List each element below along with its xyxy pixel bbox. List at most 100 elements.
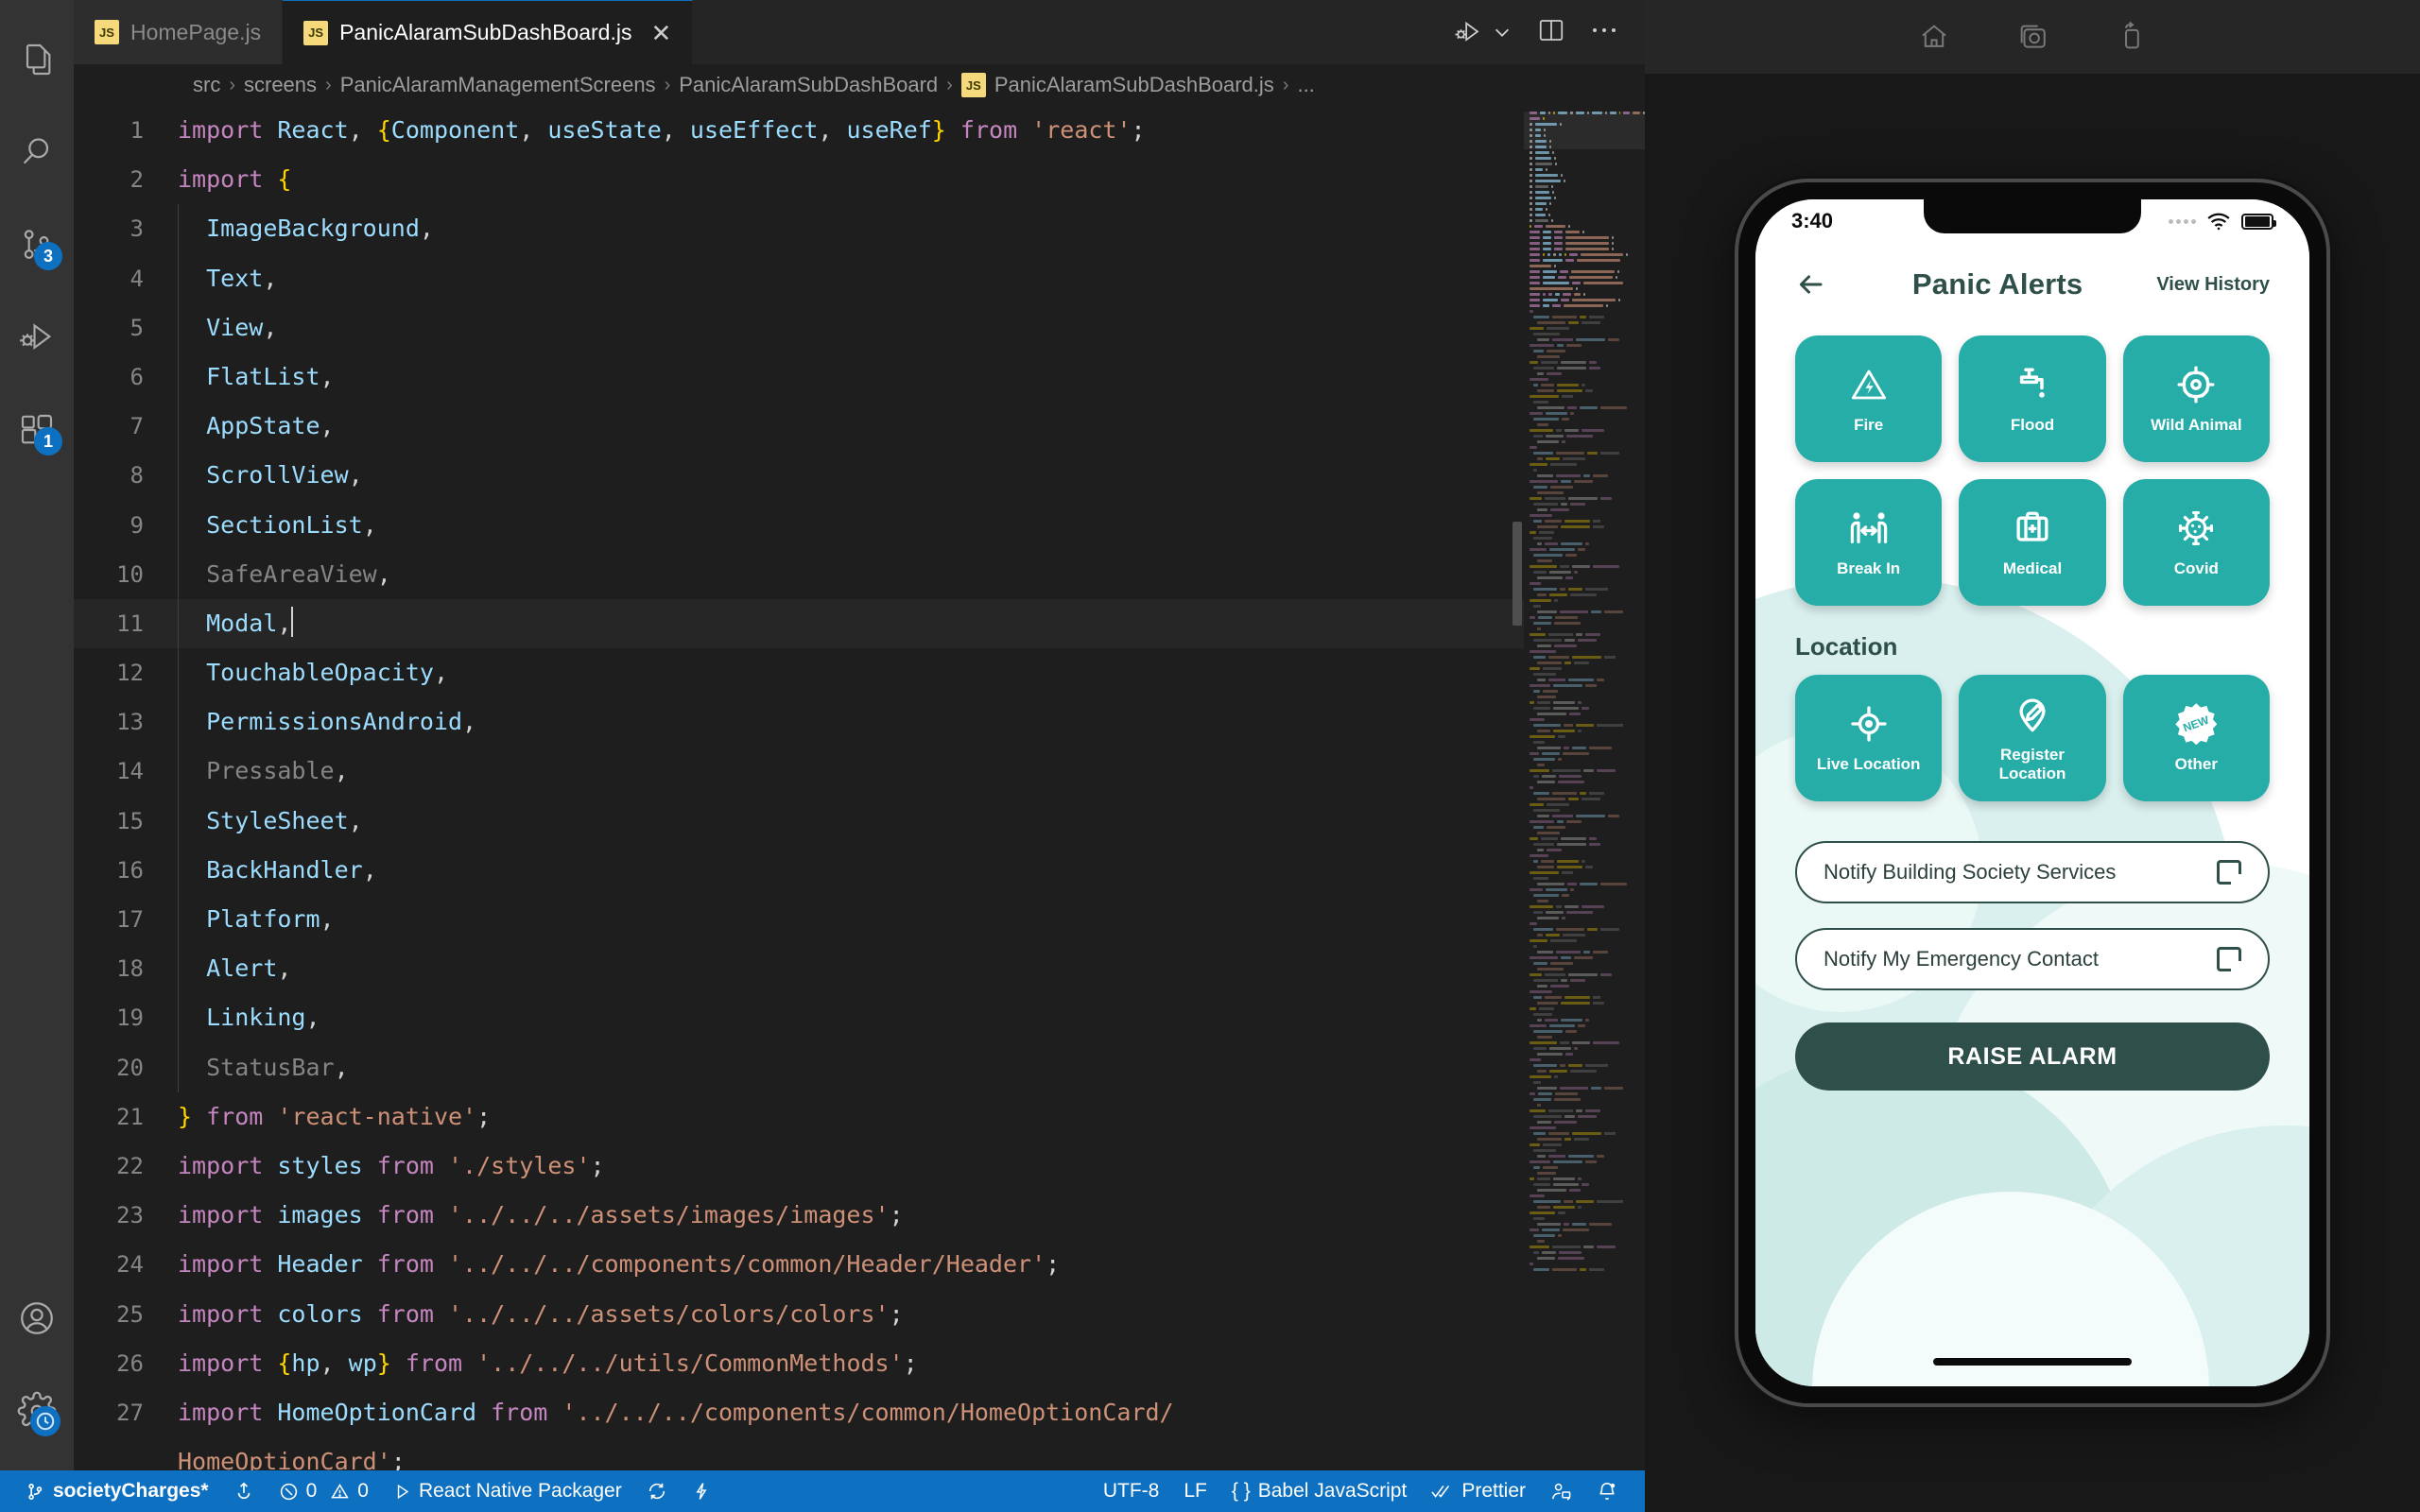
rotate-device-icon[interactable] xyxy=(2109,15,2152,59)
minimap-token xyxy=(1530,819,1554,823)
minimap-token xyxy=(1611,235,1614,239)
activity-item-settings[interactable] xyxy=(0,1365,74,1457)
indent-guide xyxy=(178,697,179,747)
status-language-mode[interactable]: { } Babel JavaScript xyxy=(1219,1470,1419,1512)
code-text-area[interactable]: 1 import React, {Component, useState, use… xyxy=(74,106,1524,1470)
breadcrumb-item-file[interactable]: PanicAlaramSubDashBoard.js xyxy=(994,73,1274,97)
status-restart-task[interactable] xyxy=(634,1470,680,1512)
checkbox-label: Notify My Emergency Contact xyxy=(1824,947,2099,971)
minimap-token xyxy=(1530,213,1532,216)
code-token: } xyxy=(376,1349,391,1377)
breadcrumb-item-management-screens[interactable]: PanicAlaramManagementScreens xyxy=(340,73,656,97)
status-encoding[interactable]: UTF-8 xyxy=(1091,1470,1172,1512)
alert-tile-fire[interactable]: Fire xyxy=(1795,335,1943,462)
status-formatter[interactable]: Prettier xyxy=(1419,1470,1538,1512)
raise-alarm-button[interactable]: RAISE ALARM xyxy=(1795,1022,2270,1091)
status-eol[interactable]: LF xyxy=(1171,1470,1219,1512)
breadcrumb-item-subdashboard-folder[interactable]: PanicAlaramSubDashBoard xyxy=(679,73,938,97)
scrollbar-thumb[interactable] xyxy=(1512,522,1522,626)
alert-tile-wild-animal[interactable]: Wild Animal xyxy=(2122,335,2270,462)
breadcrumb-item-screens[interactable]: screens xyxy=(244,73,317,97)
activity-item-accounts[interactable] xyxy=(0,1272,74,1365)
split-editor-icon[interactable] xyxy=(1537,16,1565,49)
alert-tile-covid[interactable]: Covid xyxy=(2122,479,2270,606)
activity-item-explorer[interactable] xyxy=(0,13,74,106)
minimap-token xyxy=(1566,343,1582,347)
checkbox-row-notify-building-society[interactable]: Notify Building Society Services xyxy=(1795,841,2270,903)
minimap-token xyxy=(1553,729,1575,732)
breadcrumb-separator: › xyxy=(229,74,235,95)
view-history-link[interactable]: View History xyxy=(2156,274,2270,296)
code-line: 14 Pressable, xyxy=(74,747,1524,797)
tab-close-icon[interactable]: ✕ xyxy=(650,21,671,45)
code-token: { xyxy=(277,1349,292,1377)
minimap-token xyxy=(1537,746,1561,749)
minimap-token xyxy=(1530,133,1532,137)
code-token: '../../../assets/colors/colors' xyxy=(447,1299,890,1328)
minimap-token xyxy=(1545,207,1547,211)
minimap-token xyxy=(1535,133,1541,137)
checkbox-icon[interactable] xyxy=(2217,947,2241,971)
location-tile-other[interactable]: NEW Other xyxy=(2122,675,2270,801)
minimap-token xyxy=(1533,757,1555,761)
home-icon[interactable] xyxy=(1912,15,1956,59)
more-actions-icon[interactable] xyxy=(1590,23,1618,43)
code-line: 11 Modal, xyxy=(74,598,1524,649)
status-bar-left: societyCharges* 0 0 React Native Package… xyxy=(0,1470,723,1512)
code-line: 18 Alert, xyxy=(74,944,1524,994)
activity-item-search[interactable] xyxy=(0,106,74,198)
status-problems[interactable]: 0 0 xyxy=(267,1470,381,1512)
code-token: TouchableOpacity xyxy=(206,659,434,687)
status-task-react-native-packager[interactable]: React Native Packager xyxy=(381,1470,634,1512)
code-line: 22 import styles from './styles'; xyxy=(74,1142,1524,1191)
code-token: , xyxy=(277,609,292,637)
line-number: 2 xyxy=(130,166,144,194)
minimap-token xyxy=(1533,927,1553,931)
activity-item-run-debug[interactable] xyxy=(0,291,74,384)
minimap-token xyxy=(1530,360,1538,364)
minimap-token xyxy=(1539,530,1554,534)
editor-minimap[interactable] xyxy=(1524,106,1645,1470)
tab-homepage[interactable]: JS HomePage.js xyxy=(74,0,284,64)
minimap-token xyxy=(1535,145,1547,148)
back-arrow-icon[interactable] xyxy=(1795,270,1839,299)
location-tile-live-location[interactable]: Live Location xyxy=(1795,675,1943,801)
editor-vertical-scrollbar[interactable] xyxy=(1511,106,1524,1470)
minimap-token xyxy=(1555,162,1557,165)
search-icon xyxy=(23,138,49,164)
status-branch[interactable]: societyCharges* xyxy=(13,1470,221,1512)
minimap-token xyxy=(1533,842,1554,846)
status-notifications[interactable] xyxy=(1584,1470,1630,1512)
minimap-token xyxy=(1570,1069,1597,1073)
minimap-token xyxy=(1530,1228,1539,1231)
code-editor[interactable]: 1 import React, {Component, useState, use… xyxy=(74,106,1645,1470)
alert-tile-break-in[interactable]: Break In xyxy=(1795,479,1943,606)
checkbox-row-notify-emergency-contact[interactable]: Notify My Emergency Contact xyxy=(1795,928,2270,990)
minimap-token xyxy=(1585,865,1593,868)
breadcrumb-item-ellipsis[interactable]: ... xyxy=(1297,73,1314,97)
activity-item-source-control[interactable]: 3 xyxy=(0,198,74,291)
minimap-token xyxy=(1586,111,1590,114)
breadcrumb-item-src[interactable]: src xyxy=(193,73,220,97)
alert-tile-medical[interactable]: Medical xyxy=(1959,479,2106,606)
run-and-debug-icon[interactable] xyxy=(1454,18,1512,46)
code-text: StyleSheet, xyxy=(178,796,363,846)
status-remote[interactable] xyxy=(1538,1470,1584,1512)
status-sync[interactable] xyxy=(221,1470,267,1512)
checkbox-icon[interactable] xyxy=(2217,860,2241,885)
minimap-token xyxy=(1548,1131,1569,1135)
status-ports[interactable] xyxy=(680,1470,723,1512)
minimap-token xyxy=(1530,598,1551,602)
minimap-token xyxy=(1569,712,1581,715)
alert-tile-flood[interactable]: Flood xyxy=(1959,335,2106,462)
location-tile-register-location[interactable]: Register Location xyxy=(1959,675,2106,801)
code-token: Text xyxy=(206,264,264,292)
code-token: from xyxy=(362,1151,448,1179)
activity-item-extensions[interactable]: 1 xyxy=(0,384,74,476)
screenshot-icon[interactable] xyxy=(2011,15,2054,59)
minimap-token xyxy=(1533,1046,1547,1050)
minimap-token xyxy=(1535,213,1546,216)
minimap-token xyxy=(1549,1023,1575,1027)
tab-panicalaramsubdashboard[interactable]: JS PanicAlaramSubDashBoard.js ✕ xyxy=(283,0,694,64)
